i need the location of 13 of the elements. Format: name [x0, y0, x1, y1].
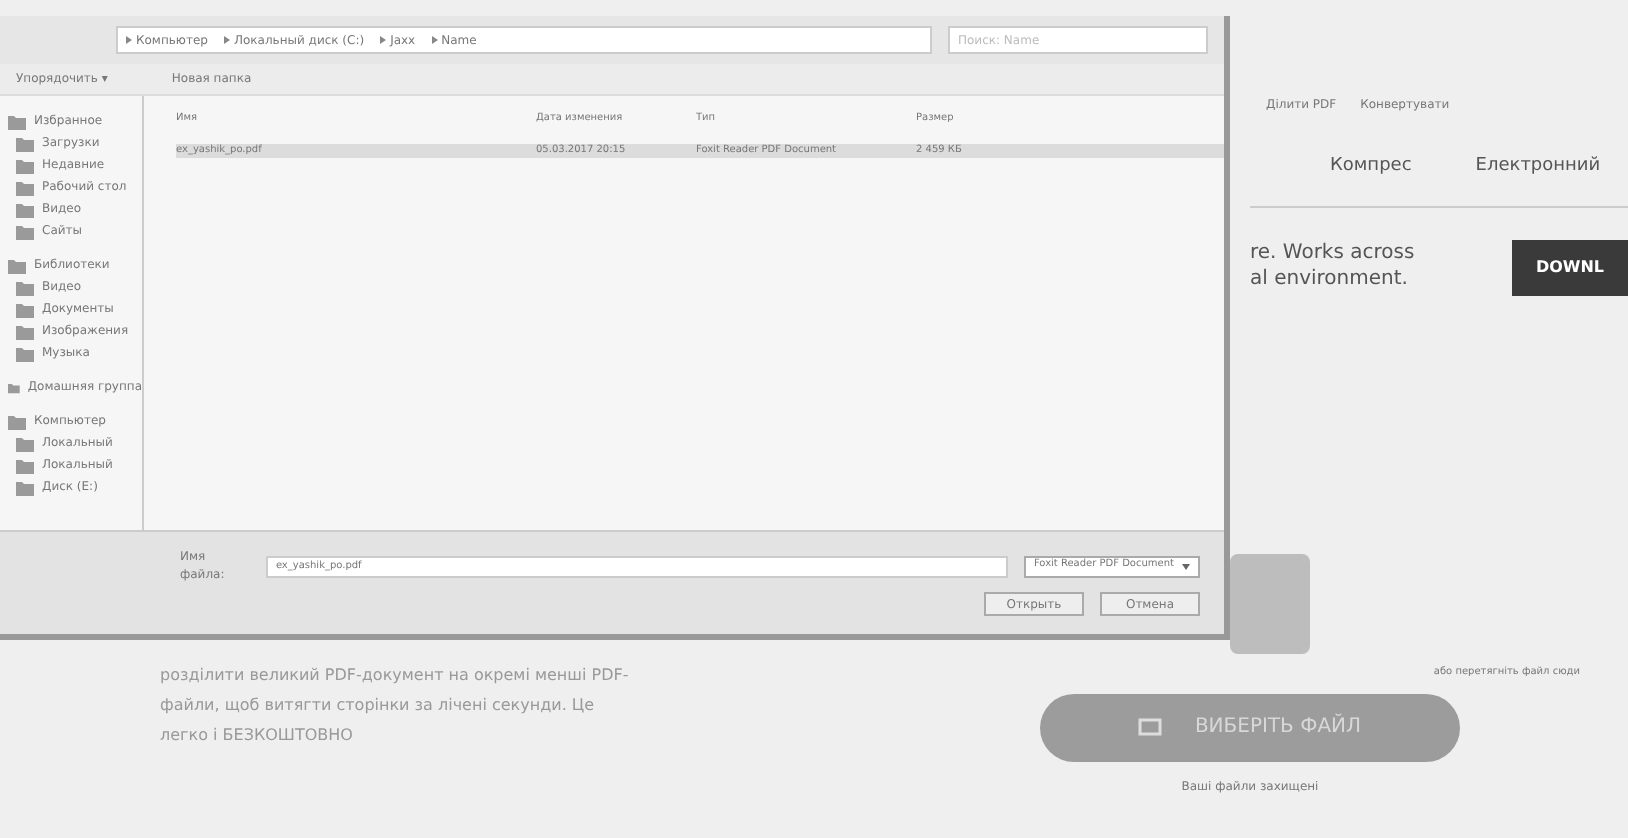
monitor-icon: [1138, 717, 1163, 737]
caret-icon: [1182, 563, 1190, 569]
document-thumbnail: [1230, 554, 1310, 654]
chevron-icon: [431, 36, 438, 44]
folder-icon: [8, 379, 20, 395]
menu-link[interactable]: Електронний: [1475, 154, 1601, 181]
chevron-icon: [380, 36, 387, 44]
promo-text: re. Works across al environment.: [1250, 242, 1415, 292]
chevron-icon: [223, 36, 230, 44]
menu-link[interactable]: Компрес: [1330, 154, 1412, 181]
download-button[interactable]: DOWNL: [1511, 239, 1628, 295]
description: розділити великий PDF-документ на окремі менші PDF-файли, щоб витягти сторінки за лічені секунди. Це легко і БЕЗКОШТОВНО: [160, 664, 631, 748]
chevron-icon: [126, 36, 132, 44]
